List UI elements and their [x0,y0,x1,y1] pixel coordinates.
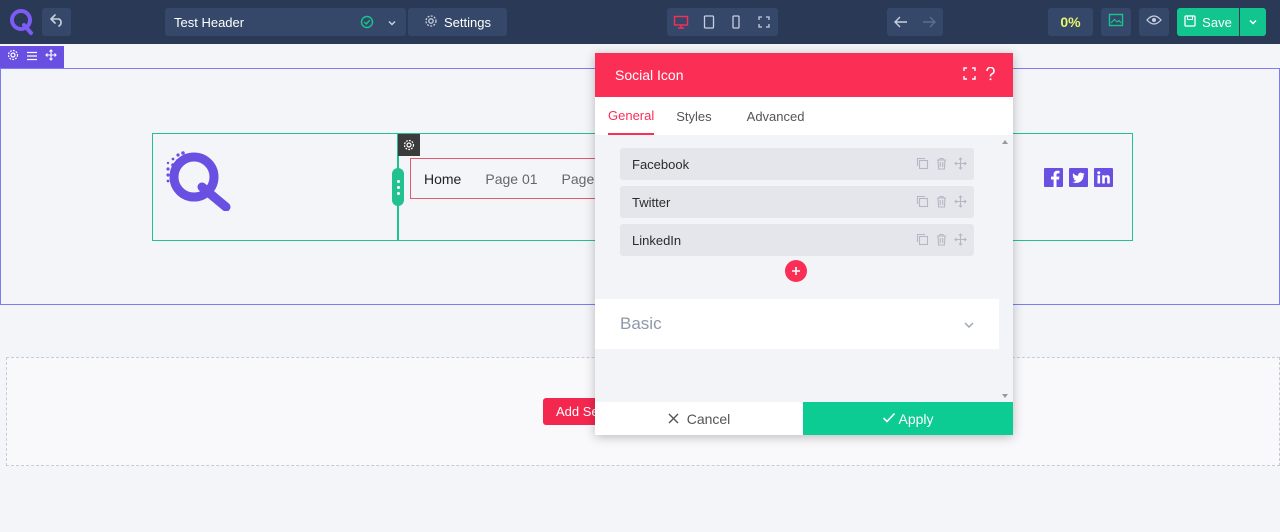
floppy-disk-icon [1184,14,1196,30]
section-menu-icon[interactable] [26,48,38,66]
settings-label: Settings [444,14,491,30]
arrow-left-icon [894,16,907,28]
linkedin-icon[interactable] [1094,168,1113,187]
social-icons [1044,168,1113,187]
modal-header: Social Icon [595,53,1013,97]
trash-icon[interactable] [935,233,948,249]
social-items-list: Facebook Twitter LinkedIn [620,148,974,262]
cancel-label: Cancel [686,410,731,427]
help-icon[interactable] [985,66,996,84]
image-icon [1108,13,1124,32]
check-circle-icon [360,15,374,32]
item-label: Facebook [632,156,690,172]
history-controls [887,8,943,36]
tab-general[interactable]: General [608,97,655,135]
top-toolbar: Test Header Settings 0% Save [0,0,1280,44]
tablet-view-button[interactable] [695,8,723,36]
tab-advanced[interactable]: Advanced [747,97,805,135]
mobile-icon [732,15,741,29]
settings-button[interactable]: Settings [408,8,507,36]
redo-button[interactable] [915,8,943,36]
eye-icon [1146,13,1162,31]
trash-icon[interactable] [935,157,948,173]
section-move-icon[interactable] [45,48,58,66]
apply-label: Apply [898,410,934,427]
site-logo-icon[interactable] [164,147,234,212]
save-button[interactable]: Save [1177,8,1239,36]
drag-move-icon[interactable] [954,233,967,249]
trash-icon[interactable] [935,195,948,211]
mobile-view-button[interactable] [723,8,751,36]
tab-styles[interactable]: Styles [676,97,711,135]
chevron-down-icon [963,315,975,335]
template-library-button[interactable] [1101,8,1131,36]
cancel-button[interactable]: Cancel [595,402,803,435]
app-logo-icon[interactable] [9,8,35,36]
back-button[interactable] [42,8,71,36]
modal-tabs: General Styles Advanced [595,97,1013,135]
undo-button[interactable] [887,8,915,36]
desktop-view-button[interactable] [667,8,695,36]
basic-accordion[interactable]: Basic [595,299,999,349]
add-section-button[interactable]: Add Section [543,398,603,425]
save-label: Save [1202,14,1232,30]
plus-icon [792,267,800,275]
column-settings-button[interactable] [398,134,420,156]
fullscreen-icon [758,16,770,28]
close-icon [668,411,679,427]
add-item-button[interactable] [785,260,807,282]
duplicate-icon[interactable] [916,195,929,211]
tablet-icon [703,15,714,29]
drag-move-icon[interactable] [954,157,967,173]
gear-icon [424,14,438,31]
chevron-down-icon[interactable] [387,16,397,31]
device-switcher [667,8,778,36]
list-item[interactable]: Facebook [620,148,974,180]
duplicate-icon[interactable] [916,233,929,249]
column-resize-handle[interactable] [392,168,404,206]
section-settings-icon[interactable] [7,48,19,66]
list-item[interactable]: Twitter [620,186,974,218]
duplicate-icon[interactable] [916,157,929,173]
expand-icon[interactable] [963,67,976,84]
apply-button[interactable]: Apply [803,402,1013,435]
checkmark-icon [882,411,896,427]
menu-item-home[interactable]: Home [411,171,461,187]
twitter-icon[interactable] [1069,168,1088,187]
save-options-button[interactable] [1240,8,1266,36]
scroll-up-arrow[interactable] [1002,140,1008,144]
progress-indicator: 0% [1048,8,1093,36]
desktop-icon [673,15,689,29]
drag-move-icon[interactable] [954,195,967,211]
scroll-down-arrow[interactable] [1002,394,1008,398]
preview-button[interactable] [1139,8,1169,36]
section-toolbar [0,46,64,68]
header-name: Test Header [174,14,245,30]
chevron-down-icon [1249,19,1257,25]
social-icon-modal: Social Icon General Styles Advanced Face… [595,53,1013,435]
list-item[interactable]: LinkedIn [620,224,974,256]
fullscreen-button[interactable] [750,8,778,36]
nav-menu[interactable]: Home Page 01 Page 02 [410,158,600,199]
modal-title: Social Icon [615,67,684,83]
facebook-icon[interactable] [1044,168,1063,187]
back-arrow-icon [49,13,65,32]
basic-label: Basic [620,314,662,333]
arrow-right-icon [923,16,936,28]
item-label: Twitter [632,194,671,210]
gear-icon [403,139,415,151]
item-label: LinkedIn [632,232,682,248]
header-select[interactable]: Test Header [165,8,406,36]
modal-footer: Cancel Apply [595,402,1013,435]
menu-item-page-02[interactable]: Page 02 [538,171,599,187]
menu-item-page-01[interactable]: Page 01 [461,171,537,187]
